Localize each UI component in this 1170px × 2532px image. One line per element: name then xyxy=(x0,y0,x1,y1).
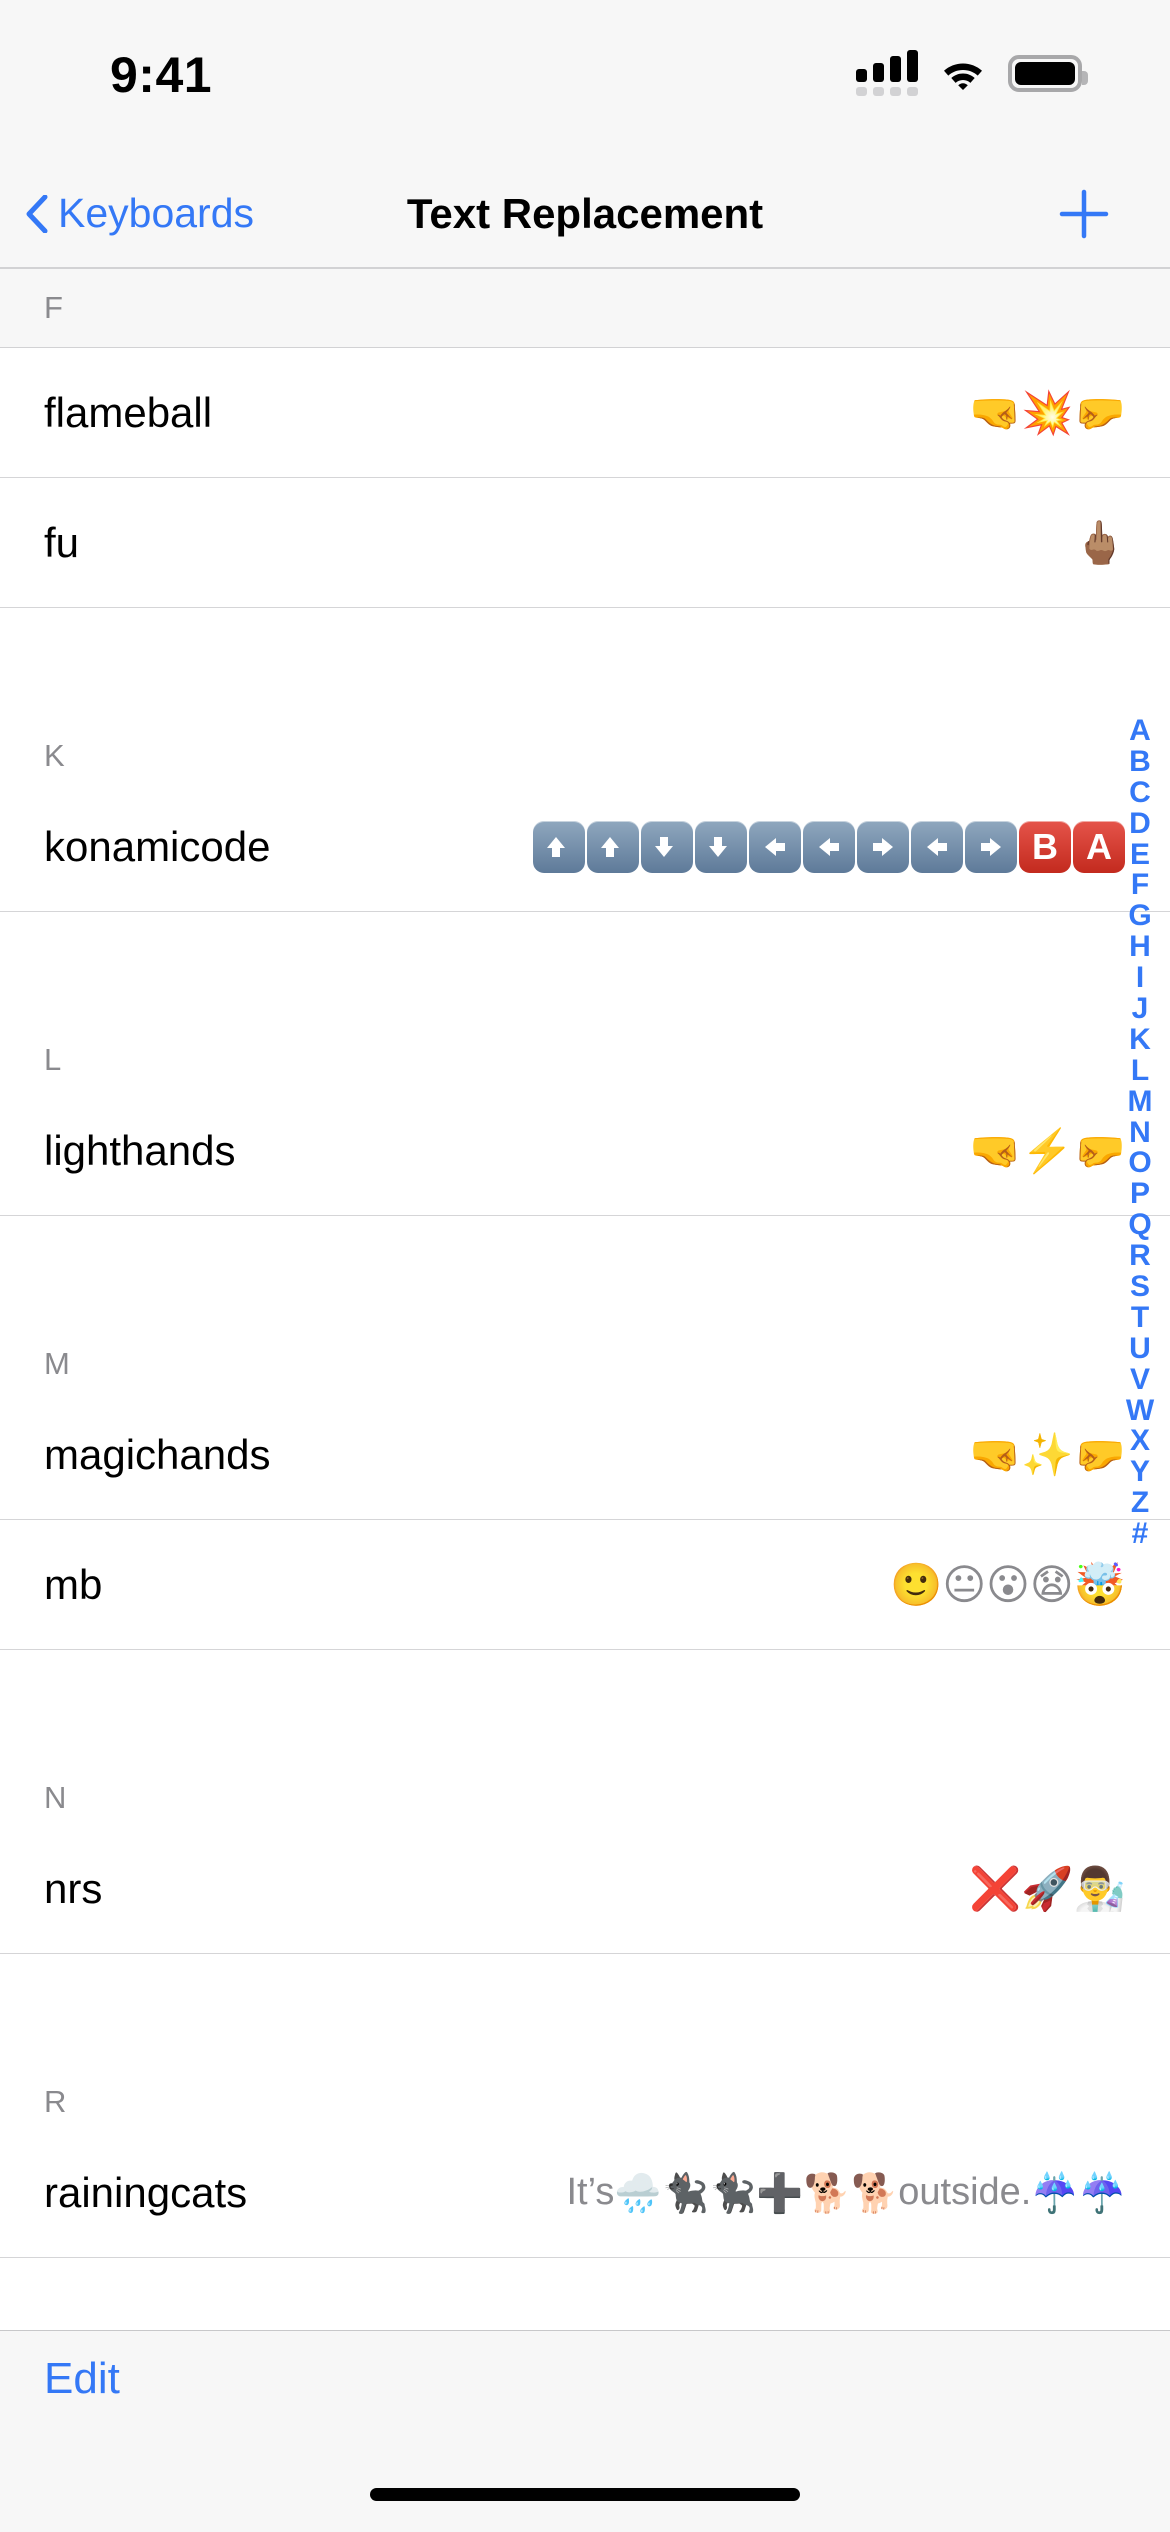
index-letter-c[interactable]: C xyxy=(1129,777,1151,809)
table-row[interactable]: fu 🖕🏽 xyxy=(0,478,1170,608)
battery-full-icon xyxy=(1008,54,1088,92)
index-letter-f[interactable]: F xyxy=(1131,870,1149,901)
row-phrase-emoji: ❌🚀👨‍🔬 xyxy=(969,1863,1126,1913)
section-spacer xyxy=(0,912,1170,982)
cellular-signal-icon xyxy=(856,50,918,96)
arrow-right-icon xyxy=(965,820,1017,873)
index-letter-x[interactable]: X xyxy=(1130,1426,1150,1457)
back-button[interactable]: Keyboards xyxy=(26,190,254,237)
arrow-down-icon xyxy=(641,820,693,873)
status-bar-indicators xyxy=(856,50,1088,96)
row-phrase: 🖕🏽 xyxy=(1073,517,1126,567)
row-shortcut: rainingcats xyxy=(44,2168,248,2216)
row-phrase-emoji: 🤜✨🤛 xyxy=(969,1429,1126,1479)
index-letter-s[interactable]: S xyxy=(1130,1271,1150,1303)
table-row[interactable]: rainingcats It’s 🌧️🐈‍⬛🐈‍⬛➕🐕🐕 outside. ☔️☔… xyxy=(0,2128,1170,2258)
add-entry-button[interactable] xyxy=(1056,186,1112,242)
arrow-up-icon xyxy=(587,820,639,873)
section-header-r: R xyxy=(0,2024,1170,2128)
section-spacer xyxy=(0,2258,1170,2328)
index-letter-k[interactable]: K xyxy=(1129,1024,1151,1056)
row-shortcut: mb xyxy=(44,1560,103,1608)
section-header-n: N xyxy=(0,1720,1170,1824)
arrow-down-icon xyxy=(695,820,747,873)
row-phrase-emoji: 🖕🏽 xyxy=(1073,517,1126,567)
home-indicator-area xyxy=(0,2426,1170,2532)
index-letter-i[interactable]: I xyxy=(1136,962,1144,994)
row-phrase: ❌🚀👨‍🔬 xyxy=(969,1863,1126,1913)
index-letter-n[interactable]: N xyxy=(1129,1117,1151,1149)
row-phrase: 🤜⚡️🤛 xyxy=(969,1125,1126,1175)
table-row[interactable]: lighthands 🤜⚡️🤛 xyxy=(0,1086,1170,1216)
arrow-left-icon xyxy=(803,820,855,873)
index-letter-u[interactable]: U xyxy=(1129,1333,1151,1365)
row-phrase: 🤜💥🤛 xyxy=(969,387,1126,437)
section-spacer xyxy=(0,1216,1170,1286)
index-letter-j[interactable]: J xyxy=(1132,993,1149,1025)
index-letter-t[interactable]: T xyxy=(1131,1302,1149,1334)
row-phrase: It’s 🌧️🐈‍⬛🐈‍⬛➕🐕🐕 outside. ☔️☔️ xyxy=(566,2170,1127,2215)
table-row[interactable]: magichands 🤜✨🤛 xyxy=(0,1390,1170,1520)
row-phrase: BA xyxy=(532,820,1126,873)
index-letter-v[interactable]: V xyxy=(1130,1364,1150,1396)
table-row[interactable]: mb 🙂😐😮😧🤯 xyxy=(0,1520,1170,1650)
iphone-screen: 9:41 Keyboards Text Replacement F flameb… xyxy=(0,0,1170,2532)
row-phrase: 🙂😐😮😧🤯 xyxy=(890,1559,1126,1609)
index-letter-e[interactable]: E xyxy=(1130,839,1150,871)
section-header-l: L xyxy=(0,982,1170,1086)
bottom-toolbar: Edit xyxy=(0,2330,1170,2426)
row-shortcut: fu xyxy=(44,518,80,566)
index-letter-m[interactable]: M xyxy=(1128,1086,1153,1118)
row-shortcut: konamicode xyxy=(44,822,271,870)
index-letter-d[interactable]: D xyxy=(1129,808,1151,840)
row-shortcut: flameball xyxy=(44,388,213,436)
index-letter-a[interactable]: A xyxy=(1129,715,1151,747)
back-button-label: Keyboards xyxy=(58,190,255,236)
index-letter-g[interactable]: G xyxy=(1128,900,1151,932)
index-letter-hash[interactable]: # xyxy=(1132,1518,1149,1550)
text-replacement-list[interactable]: Fflameball 🤜💥🤛 fu 🖕🏽 Kkonamicode B A Llighthand… xyxy=(0,268,1170,2330)
status-bar-time: 9:41 xyxy=(110,47,213,103)
section-header-m: M xyxy=(0,1286,1170,1390)
arrow-left-icon xyxy=(911,820,963,873)
index-letter-b[interactable]: B xyxy=(1129,746,1151,778)
table-row[interactable]: konamicode B A xyxy=(0,782,1170,912)
section-spacer xyxy=(0,608,1170,678)
section-header-k: K xyxy=(0,678,1170,782)
index-letter-p[interactable]: P xyxy=(1130,1178,1150,1210)
row-shortcut: nrs xyxy=(44,1864,103,1912)
button-b-icon: B xyxy=(1019,820,1071,873)
home-indicator[interactable] xyxy=(370,2488,800,2501)
arrow-right-icon xyxy=(857,820,909,873)
edit-button[interactable]: Edit xyxy=(44,2354,120,2404)
navigation-bar: Keyboards Text Replacement xyxy=(0,160,1170,268)
index-letter-l[interactable]: L xyxy=(1131,1055,1149,1087)
section-spacer xyxy=(0,1954,1170,2024)
section-header-f: F xyxy=(0,268,1170,348)
arrow-left-icon xyxy=(749,820,801,873)
index-letter-r[interactable]: R xyxy=(1129,1240,1151,1272)
index-letter-w[interactable]: W xyxy=(1126,1395,1154,1427)
index-letter-z[interactable]: Z xyxy=(1131,1487,1149,1519)
row-phrase-emoji: 🤜💥🤛 xyxy=(969,387,1126,437)
row-shortcut: magichands xyxy=(44,1430,271,1478)
index-letter-o[interactable]: O xyxy=(1128,1148,1151,1179)
index-letter-q[interactable]: Q xyxy=(1128,1209,1151,1241)
chevron-left-icon xyxy=(26,194,48,233)
wifi-icon xyxy=(940,56,986,90)
row-phrase-emoji: 🤜⚡️🤛 xyxy=(969,1125,1126,1175)
index-letter-y[interactable]: Y xyxy=(1130,1456,1150,1488)
row-shortcut: lighthands xyxy=(44,1126,236,1174)
index-letter-h[interactable]: H xyxy=(1129,931,1151,963)
page-title: Text Replacement xyxy=(406,189,764,237)
table-row[interactable]: nrs ❌🚀👨‍🔬 xyxy=(0,1824,1170,1954)
row-phrase: 🤜✨🤛 xyxy=(969,1429,1126,1479)
section-index-bar[interactable]: A B C D E F G H I J K L M N O P Q R S T U V W X Y Z # xyxy=(1118,715,1162,1550)
table-row[interactable]: flameball 🤜💥🤛 xyxy=(0,348,1170,478)
status-bar: 9:41 xyxy=(0,0,1170,160)
arrow-up-icon xyxy=(533,820,585,873)
section-spacer xyxy=(0,1650,1170,1720)
row-phrase-emoji: 🙂😐😮😧🤯 xyxy=(890,1559,1126,1609)
